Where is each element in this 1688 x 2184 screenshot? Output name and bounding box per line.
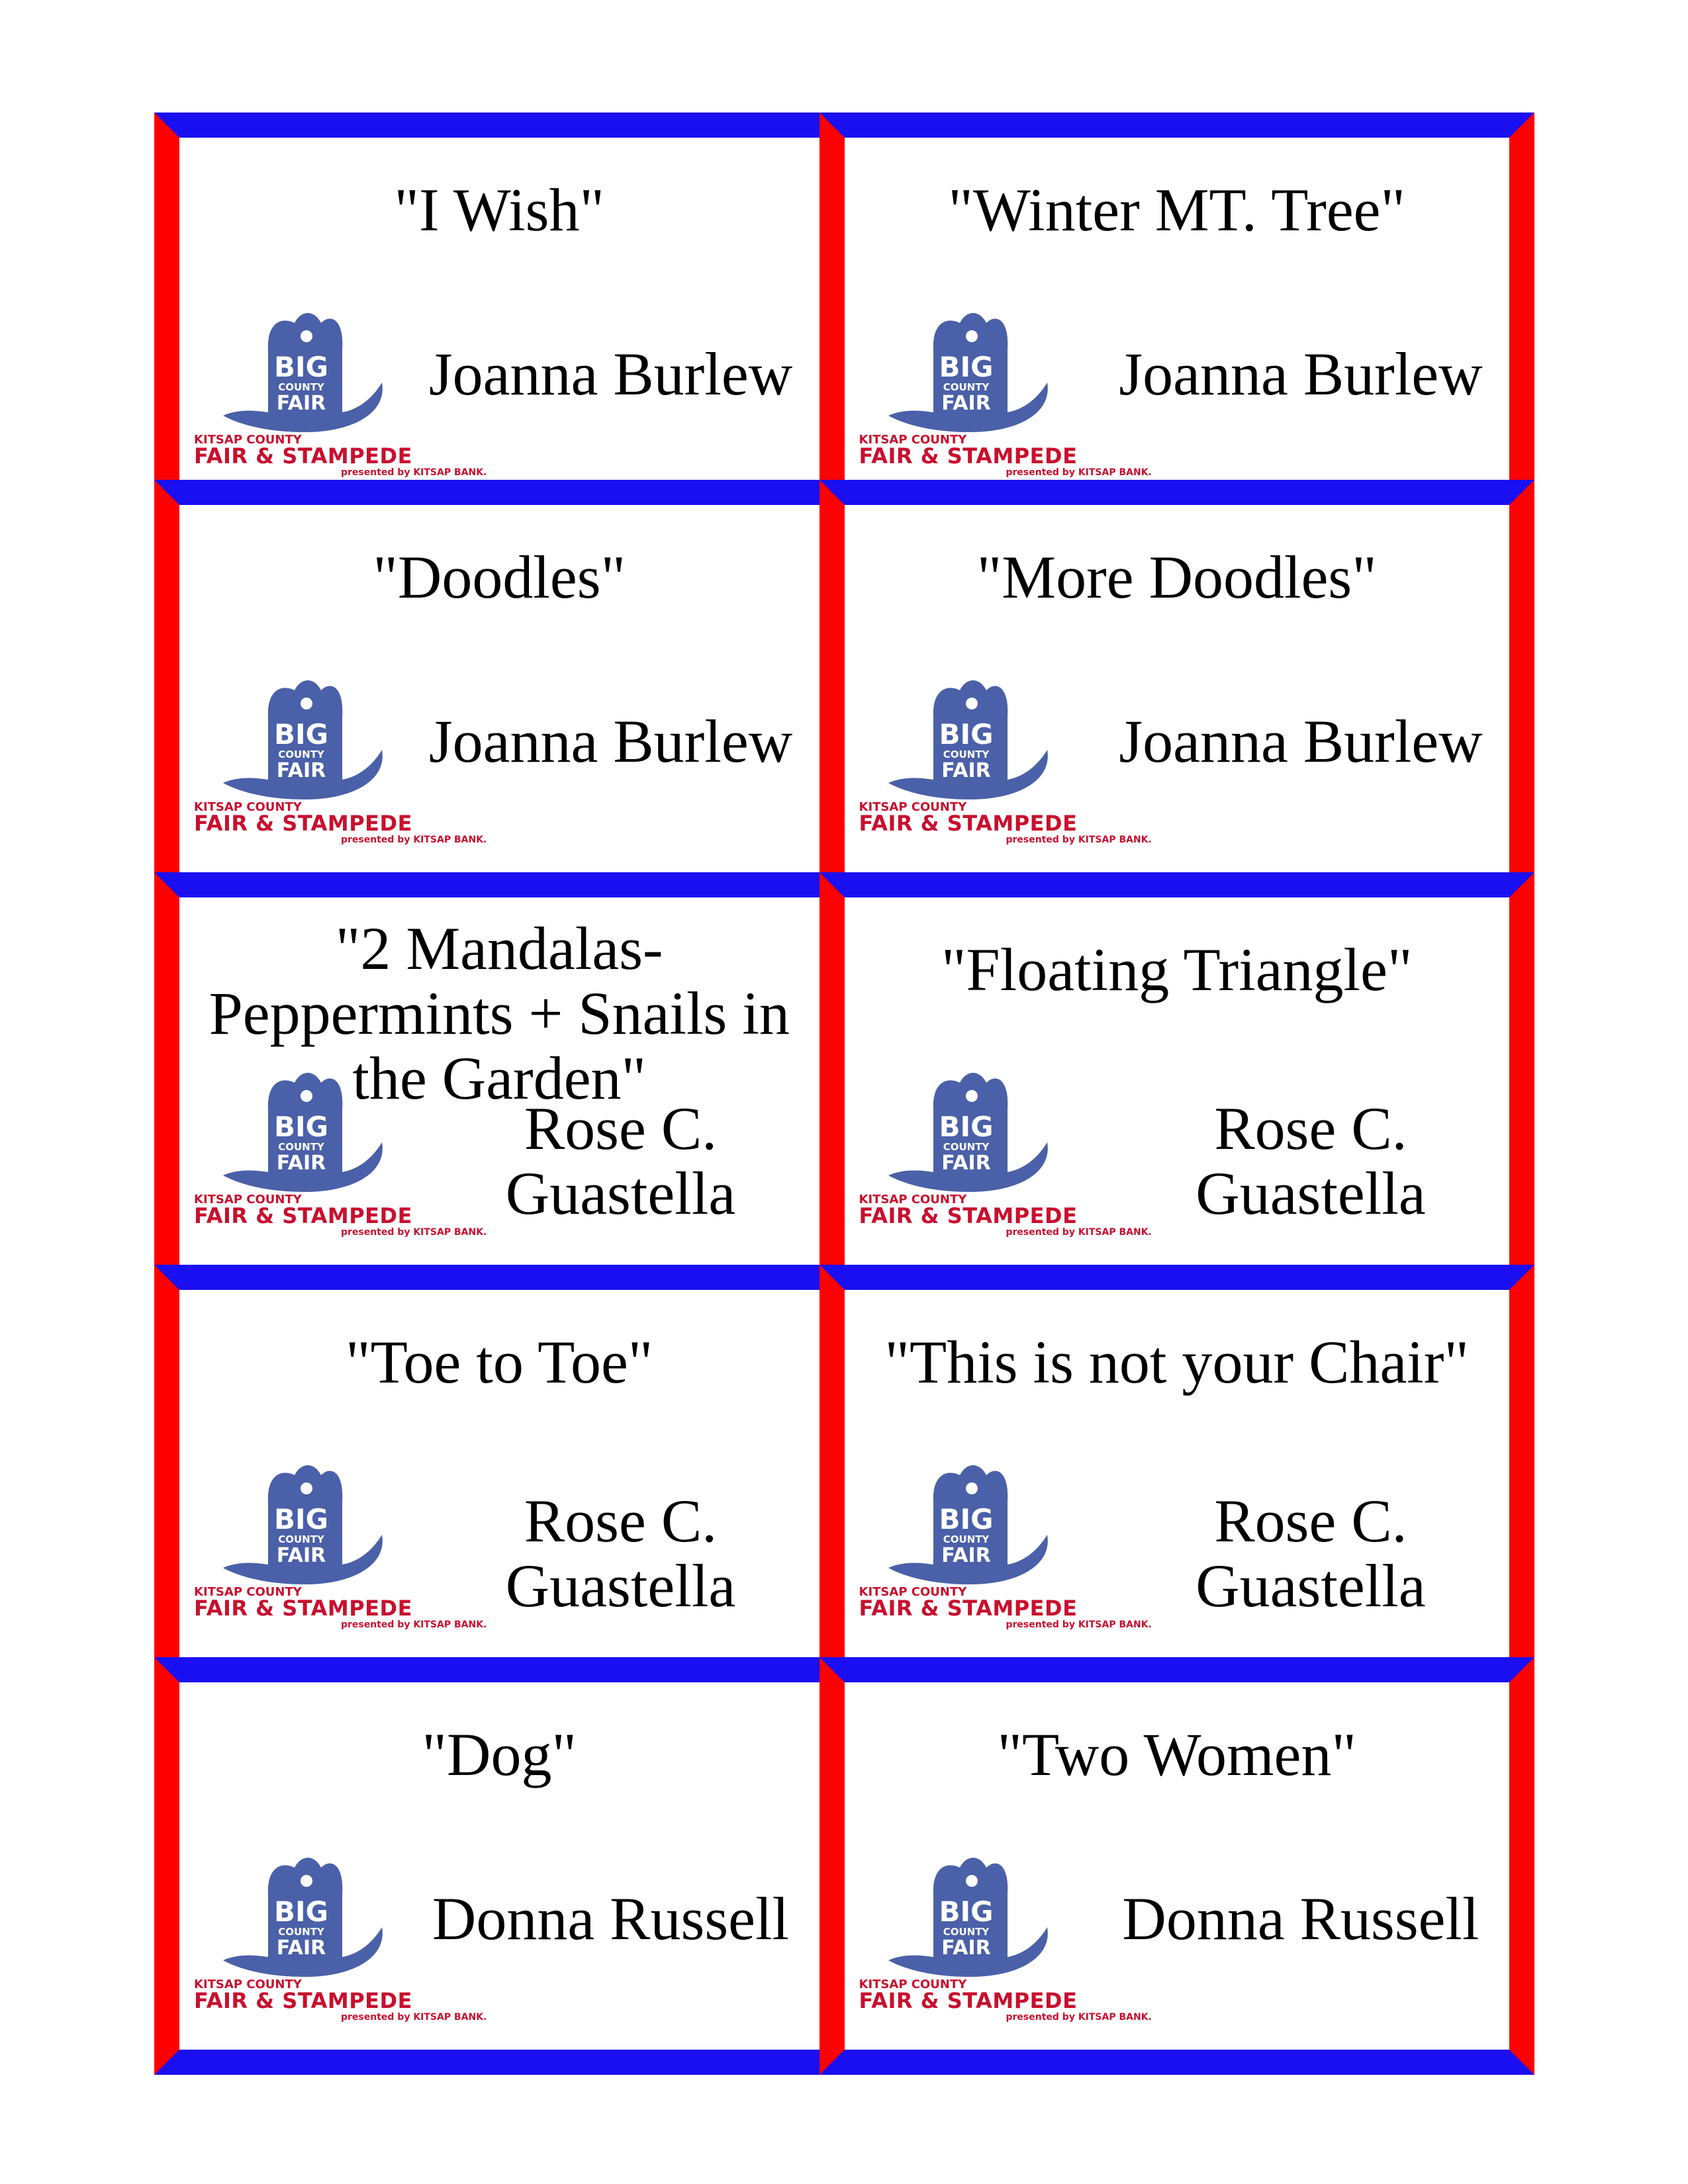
logo-presented-by: presented by KITSAP BANK. — [1006, 2012, 1152, 2023]
logo-fair-stampede: FAIR & STAMPEDE — [859, 1988, 1078, 2013]
logo-presented-by: presented by KITSAP BANK. — [341, 467, 487, 478]
logo-fair-stampede: FAIR & STAMPEDE — [194, 811, 412, 836]
logo-big: BIG — [939, 1895, 994, 1928]
logo-presented-by: presented by KITSAP BANK. — [1006, 1227, 1152, 1238]
artwork-title: "Two Women" — [997, 1721, 1357, 1788]
label-card: "2 Mandalas- Peppermints + Snails in the… — [154, 872, 845, 1290]
artwork-title: "Toe to Toe" — [346, 1328, 653, 1396]
fair-logo: BIG COUNTY FAIR KITSAP COUNTY FAIR & STA… — [854, 296, 1152, 488]
artwork-title: "Dog" — [422, 1721, 577, 1788]
logo-fair-stampede: FAIR & STAMPEDE — [194, 443, 412, 469]
fair-logo: BIG COUNTY FAIR KITSAP COUNTY FAIR & STA… — [854, 1449, 1152, 1641]
logo-big: BIG — [273, 1895, 329, 1928]
label-card: "Two Women" BIG COUNTY FAIR KITSAP COUNT… — [819, 1657, 1534, 2075]
label-card: "Floating Triangle" BIG COUNTY FAIR KITS… — [819, 872, 1534, 1290]
logo-presented-by: presented by KITSAP BANK. — [341, 2012, 487, 2023]
fair-logo: BIG COUNTY FAIR KITSAP COUNTY FAIR & STA… — [189, 1841, 487, 2033]
artist-name: Rose C. Guastella — [505, 1487, 736, 1619]
artist-name: Rose C. Guastella — [1196, 1095, 1426, 1227]
artwork-title: "2 Mandalas- Peppermints + Snails in the… — [209, 915, 790, 1112]
logo-fair: FAIR — [276, 1936, 326, 1960]
logo-fair: FAIR — [941, 1544, 991, 1567]
artist-name: Donna Russell — [1122, 1885, 1479, 1952]
artist-name: Joanna Burlew — [1119, 340, 1483, 408]
artist-name: Donna Russell — [432, 1885, 790, 1952]
logo-presented-by: presented by KITSAP BANK. — [1006, 467, 1152, 478]
logo-presented-by: presented by KITSAP BANK. — [1006, 1619, 1152, 1630]
logo-fair-stampede: FAIR & STAMPEDE — [194, 1596, 412, 1621]
logo-presented-by: presented by KITSAP BANK. — [341, 1619, 487, 1630]
logo-big: BIG — [273, 1503, 329, 1535]
artist-name: Joanna Burlew — [428, 707, 793, 775]
label-card: "Toe to Toe" BIG COUNTY FAIR KITSAP COUN… — [154, 1265, 845, 1682]
logo-fair-stampede: FAIR & STAMPEDE — [859, 1203, 1078, 1228]
logo-presented-by: presented by KITSAP BANK. — [341, 1227, 487, 1238]
artist-name: Rose C. Guastella — [505, 1095, 736, 1227]
label-card: "Doodles" BIG COUNTY FAIR KITSAP COUNTY … — [154, 480, 845, 897]
logo-fair: FAIR — [276, 1544, 326, 1567]
logo-big: BIG — [939, 718, 994, 751]
artwork-title: "Floating Triangle" — [941, 936, 1413, 1003]
artwork-title: "I Wish" — [394, 176, 605, 244]
logo-fair-stampede: FAIR & STAMPEDE — [859, 443, 1078, 469]
logo-big: BIG — [273, 351, 329, 383]
label-card: "I Wish" BIG COUNTY FAIR KITSAP COUNTY F… — [154, 113, 845, 505]
artwork-title: "Doodles" — [373, 543, 626, 611]
logo-fair: FAIR — [941, 1936, 991, 1960]
fair-logo: BIG COUNTY FAIR KITSAP COUNTY FAIR & STA… — [854, 1841, 1152, 2033]
artwork-title: "More Doodles" — [976, 543, 1377, 611]
fair-logo: BIG COUNTY FAIR KITSAP COUNTY FAIR & STA… — [189, 296, 487, 488]
artist-name: Rose C. Guastella — [1196, 1487, 1426, 1619]
logo-big: BIG — [273, 718, 329, 751]
logo-fair-stampede: FAIR & STAMPEDE — [859, 811, 1078, 836]
artist-name: Joanna Burlew — [428, 340, 793, 408]
logo-big: BIG — [273, 1111, 329, 1143]
label-sheet: "I Wish" BIG COUNTY FAIR KITSAP COUNTY F… — [154, 113, 1534, 2075]
artist-name: Joanna Burlew — [1119, 707, 1483, 775]
logo-big: BIG — [939, 1111, 994, 1143]
logo-fair-stampede: FAIR & STAMPEDE — [194, 1203, 412, 1228]
logo-big: BIG — [939, 351, 994, 383]
logo-big: BIG — [939, 1503, 994, 1535]
logo-presented-by: presented by KITSAP BANK. — [1006, 835, 1152, 845]
artwork-title: "This is not your Chair" — [884, 1328, 1470, 1396]
logo-fair: FAIR — [941, 1152, 991, 1175]
fair-logo: BIG COUNTY FAIR KITSAP COUNTY FAIR & STA… — [189, 1449, 487, 1641]
label-card: "This is not your Chair" BIG COUNTY FAIR… — [819, 1265, 1534, 1682]
logo-presented-by: presented by KITSAP BANK. — [341, 835, 487, 845]
fair-logo: BIG COUNTY FAIR KITSAP COUNTY FAIR & STA… — [189, 664, 487, 856]
label-card: "Dog" BIG COUNTY FAIR KITSAP COUNTY FAIR… — [154, 1657, 845, 2075]
fair-logo: BIG COUNTY FAIR KITSAP COUNTY FAIR & STA… — [854, 1056, 1152, 1248]
logo-fair: FAIR — [941, 392, 991, 415]
logo-fair-stampede: FAIR & STAMPEDE — [859, 1596, 1078, 1621]
logo-fair: FAIR — [276, 759, 326, 782]
logo-fair: FAIR — [276, 1152, 326, 1175]
logo-fair: FAIR — [941, 759, 991, 782]
logo-fair: FAIR — [276, 392, 326, 415]
artwork-title: "Winter MT. Tree" — [948, 176, 1406, 244]
label-card: "More Doodles" BIG COUNTY FAIR KITSAP CO… — [819, 480, 1534, 897]
logo-fair-stampede: FAIR & STAMPEDE — [194, 1988, 412, 2013]
fair-logo: BIG COUNTY FAIR KITSAP COUNTY FAIR & STA… — [854, 664, 1152, 856]
label-card: "Winter MT. Tree" BIG COUNTY FAIR KITSAP… — [819, 113, 1534, 505]
